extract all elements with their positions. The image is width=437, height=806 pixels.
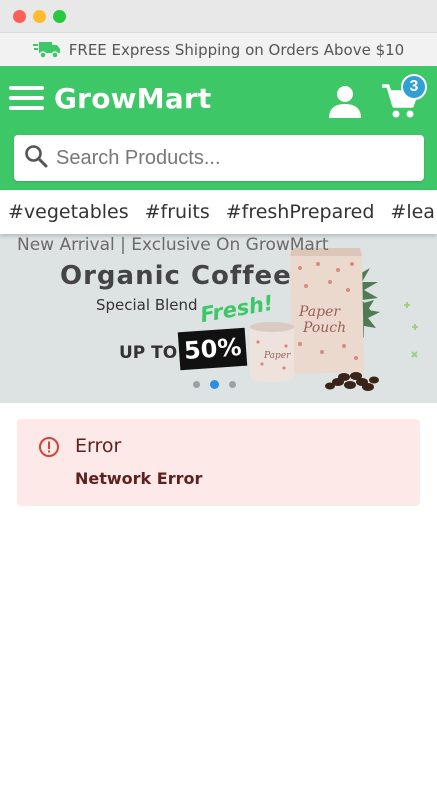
cart-count-badge: 3: [401, 74, 427, 100]
app-header: GrowMart: [0, 66, 437, 190]
tag-vegetables[interactable]: #vegetables: [8, 190, 129, 234]
promo-banner[interactable]: Paper Pouch Paper New Arrival | Exclusiv…: [0, 234, 437, 403]
alert-message: Network Error: [75, 469, 203, 488]
banner-offer-value: 50%: [177, 327, 248, 371]
tag-bar: #vegetables #fruits #freshPrepared #lea: [0, 190, 437, 234]
tag-leafy[interactable]: #lea: [390, 190, 435, 234]
search-input[interactable]: [56, 146, 396, 170]
carousel-dot-2[interactable]: [210, 380, 219, 389]
svg-text:Paper: Paper: [263, 351, 291, 361]
tag-fresh-prepared[interactable]: #freshPrepared: [226, 190, 375, 234]
banner-subtitle: Special Blend: [96, 296, 198, 314]
carousel-pager: [193, 380, 236, 389]
minimize-window-button[interactable]: [33, 10, 46, 23]
banner-offer-prefix: UP TO: [119, 343, 178, 363]
svg-text:Pouch: Pouch: [302, 320, 346, 336]
banner-title: Organic Coffee: [60, 261, 292, 291]
window-titlebar: [0, 0, 437, 33]
search-icon[interactable]: [24, 144, 48, 173]
tag-fruits[interactable]: #fruits: [145, 190, 210, 234]
error-icon: [38, 436, 60, 463]
hamburger-menu-icon[interactable]: [9, 86, 44, 112]
close-window-button[interactable]: [13, 10, 26, 23]
error-alert: Error Network Error: [17, 419, 420, 506]
user-icon[interactable]: [327, 85, 363, 119]
svg-text:Paper: Paper: [298, 304, 341, 320]
carousel-dot-1[interactable]: [193, 381, 200, 388]
promo-bar: FREE Express Shipping on Orders Above $1…: [0, 33, 437, 66]
carousel-dot-3[interactable]: [229, 381, 236, 388]
maximize-window-button[interactable]: [53, 10, 66, 23]
brand-logo[interactable]: GrowMart: [54, 82, 211, 115]
alert-title: Error: [75, 435, 122, 457]
promo-text: FREE Express Shipping on Orders Above $1…: [68, 40, 405, 59]
banner-tagline: New Arrival | Exclusive On GrowMart: [17, 235, 329, 255]
search-box: [14, 135, 424, 181]
delivery-truck-icon: [32, 40, 61, 60]
